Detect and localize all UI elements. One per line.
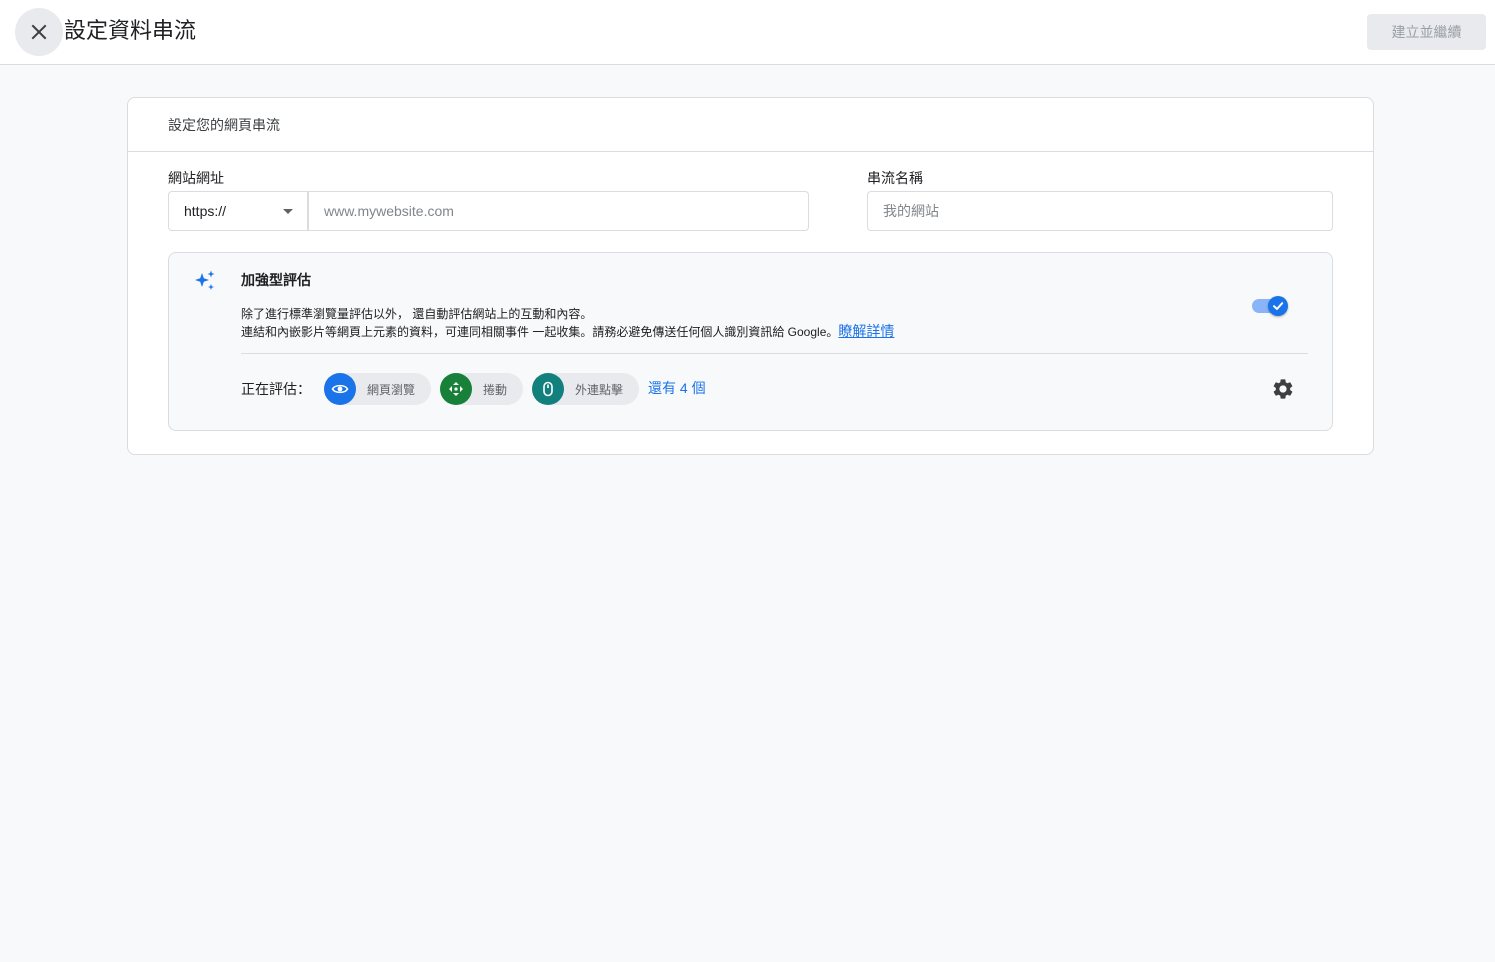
website-url-label: 網站網址 (168, 170, 224, 186)
top-app-bar: 設定資料串流 建立並繼續 (0, 0, 1495, 65)
mouse-icon (532, 373, 564, 405)
website-url-placeholder: www.mywebsite.com (324, 203, 454, 219)
stream-name-input[interactable]: 我的網站 (867, 191, 1333, 231)
chip-scrolls: 捲動 (440, 373, 524, 405)
enhanced-measurement-description-1: 除了進行標準瀏覽量評估以外， 還自動評估網站上的互動和內容。 (241, 307, 593, 321)
chip-label: 外連點擊 (575, 382, 624, 397)
close-button[interactable] (15, 8, 63, 56)
enhanced-measurement-description-2: 連結和內嵌影片等網頁上元素的資料，可連同相關事件 一起收集。請務必避免傳送任何個… (241, 321, 894, 341)
toggle-thumb (1268, 296, 1288, 316)
stream-name-placeholder: 我的網站 (883, 203, 939, 219)
protocol-select[interactable]: https:// (168, 191, 308, 231)
more-events-link[interactable]: 還有 4 個 (648, 378, 706, 398)
create-and-continue-button[interactable]: 建立並繼續 (1367, 14, 1486, 50)
page-title: 設定資料串流 (64, 18, 197, 43)
chip-page-views: 網頁瀏覽 (324, 373, 432, 405)
close-icon (31, 24, 47, 40)
gear-icon[interactable] (1271, 377, 1295, 401)
dropdown-arrow-icon (283, 209, 293, 214)
protocol-value: https:// (184, 203, 227, 219)
description-text: 連結和內嵌影片等網頁上元素的資料，可連同相關事件 一起收集。請務必避免傳送任何個… (241, 325, 839, 339)
section-divider (241, 353, 1308, 354)
website-url-input[interactable]: www.mywebsite.com (308, 191, 809, 231)
learn-more-link[interactable]: 瞭解詳情 (838, 323, 894, 339)
measuring-label: 正在評估： (241, 381, 311, 397)
check-icon (1273, 302, 1284, 310)
web-stream-setup-card: 設定您的網頁串流 網站網址 https:// www.mywebsite.com… (127, 97, 1374, 455)
chip-outbound-clicks: 外連點擊 (532, 373, 640, 405)
card-title: 設定您的網頁串流 (128, 98, 1373, 152)
stream-name-label: 串流名稱 (867, 170, 923, 186)
chip-label: 捲動 (483, 382, 508, 397)
enhanced-measurement-section: 加強型評估 除了進行標準瀏覽量評估以外， 還自動評估網站上的互動和內容。 連結和… (168, 252, 1333, 431)
sparkle-icon (195, 270, 215, 290)
scroll-arrows-icon (440, 373, 472, 405)
enhanced-measurement-title: 加強型評估 (241, 272, 311, 288)
enhanced-measurement-toggle[interactable] (1252, 294, 1290, 318)
eye-icon (324, 373, 356, 405)
chip-label: 網頁瀏覽 (367, 382, 416, 397)
